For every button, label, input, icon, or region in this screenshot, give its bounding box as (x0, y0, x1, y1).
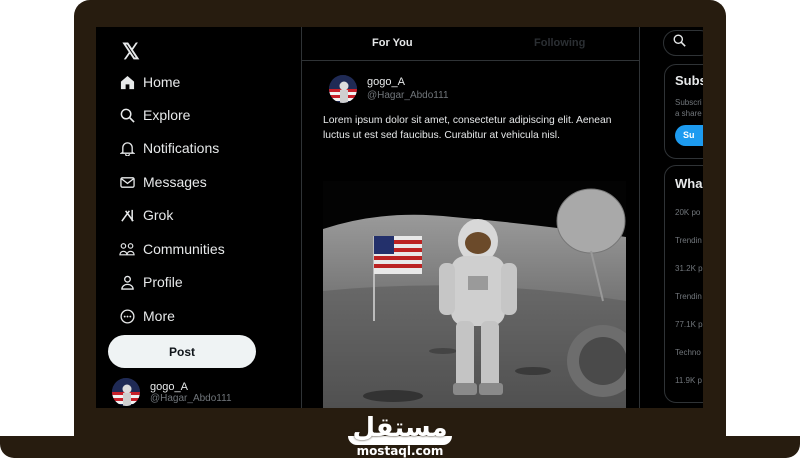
sidebar-item-label: Profile (143, 274, 183, 290)
subscribe-text-1: Subscri (675, 98, 702, 107)
grok-icon (118, 206, 136, 224)
sidebar: 𝕏 Home Explore Notifications Messages Gr… (96, 27, 301, 408)
search-input[interactable] (663, 30, 703, 56)
sidebar-item-communities[interactable]: Communities (118, 236, 225, 262)
people-icon (118, 240, 136, 258)
trend-item[interactable]: Techno (675, 348, 701, 357)
person-icon (118, 273, 136, 291)
sidebar-item-grok[interactable]: Grok (118, 202, 173, 228)
trend-item[interactable]: 20K po (675, 208, 700, 217)
right-column: Subs Subscri a share Su Wha 20K po Trend… (646, 27, 703, 408)
sidebar-item-label: Explore (143, 107, 191, 123)
sidebar-item-label: Messages (143, 174, 207, 190)
tab-for-you[interactable]: For You (372, 37, 413, 49)
trend-item[interactable]: Trendin (675, 292, 702, 301)
sidebar-item-profile[interactable]: Profile (118, 269, 183, 295)
subscribe-card: Subs Subscri a share Su (664, 64, 703, 159)
feed-tabs: For You Following (302, 27, 639, 61)
main-divider (639, 27, 640, 408)
tweet-image[interactable] (323, 181, 626, 408)
home-icon (118, 73, 136, 91)
sidebar-item-home[interactable]: Home (118, 69, 180, 95)
search-icon (118, 106, 136, 124)
trend-item[interactable]: Trendin (675, 236, 702, 245)
whats-happening-card: Wha 20K po Trendin 31.2K p Trendin 77.1K… (664, 165, 703, 403)
whats-happening-title: Wha (675, 176, 703, 191)
avatar[interactable] (329, 75, 357, 103)
mostaql-url: mostaql.com (356, 444, 444, 458)
sidebar-item-label: Grok (143, 207, 174, 223)
more-circle-icon (118, 307, 136, 325)
subscribe-text-2: a share (675, 109, 702, 118)
sidebar-item-label: More (143, 308, 175, 324)
sidebar-item-label: Communities (143, 241, 225, 257)
search-icon (673, 34, 686, 52)
avatar (112, 378, 140, 406)
sidebar-item-label: Home (143, 74, 181, 90)
trend-item[interactable]: 31.2K p (675, 264, 703, 273)
sidebar-item-messages[interactable]: Messages (118, 169, 207, 195)
trend-item[interactable]: 77.1K p (675, 320, 703, 329)
mostaql-logo: مستقل (352, 413, 448, 443)
screen: 𝕏 Home Explore Notifications Messages Gr… (96, 27, 703, 408)
tab-following[interactable]: Following (534, 37, 585, 49)
x-logo-icon[interactable]: 𝕏 (122, 39, 140, 65)
sidebar-item-label: Notifications (143, 140, 220, 156)
account-switcher[interactable]: gogo_A @Hagar_Abdo111 (112, 376, 232, 408)
post-button[interactable]: Post (108, 335, 256, 368)
sidebar-item-notifications[interactable]: Notifications (118, 135, 219, 161)
tweet-author-name[interactable]: gogo_A (367, 76, 405, 88)
account-info: gogo_A @Hagar_Abdo111 (150, 381, 232, 404)
account-name: gogo_A (150, 380, 188, 393)
subscribe-button[interactable]: Su (675, 125, 703, 146)
bell-icon (118, 139, 136, 157)
account-handle: @Hagar_Abdo111 (150, 392, 232, 404)
trend-item[interactable]: 11.9K p (675, 376, 702, 385)
tweet-text: Lorem ipsum dolor sit amet, consectetur … (323, 115, 612, 141)
sidebar-item-explore[interactable]: Explore (118, 102, 190, 128)
main-feed: For You Following gogo_A @Hagar_Abdo111 … (302, 27, 639, 408)
envelope-icon (118, 173, 136, 191)
sidebar-item-more[interactable]: More (118, 303, 175, 329)
tweet-author-handle: @Hagar_Abdo111 (367, 90, 449, 101)
subscribe-title: Subs (675, 73, 703, 88)
